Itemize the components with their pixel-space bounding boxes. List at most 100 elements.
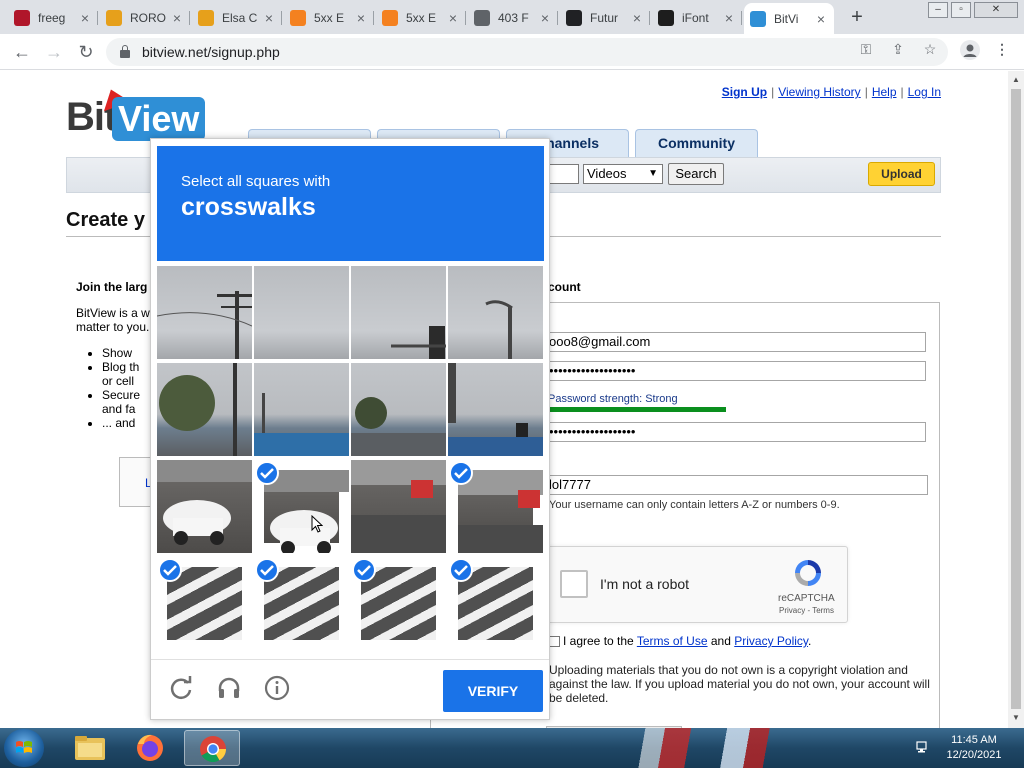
- captcha-tile[interactable]: [254, 557, 349, 650]
- tab-label: 5xx E: [406, 11, 437, 25]
- browser-tab[interactable]: Elsa C ×: [192, 4, 282, 32]
- page-scrollbar[interactable]: ▲ ▼: [1008, 71, 1024, 728]
- sign-up-link[interactable]: Sign Up: [722, 85, 767, 99]
- close-tab-icon[interactable]: ×: [170, 10, 184, 26]
- grid-line: [157, 458, 544, 460]
- close-tab-icon[interactable]: ×: [446, 10, 460, 26]
- bitview-favicon: [750, 10, 766, 27]
- upload-button[interactable]: Upload: [868, 162, 935, 186]
- help-link[interactable]: Help: [872, 85, 897, 99]
- share-icon[interactable]: ⇪: [889, 40, 907, 58]
- search-input[interactable]: [547, 164, 579, 184]
- close-tab-icon[interactable]: ×: [630, 10, 644, 26]
- scroll-down-arrow[interactable]: ▼: [1011, 713, 1021, 722]
- pinwheel-favicon: [198, 10, 214, 26]
- browser-tab[interactable]: BitVi ×: [744, 3, 834, 34]
- forward-button[interactable]: →: [42, 40, 66, 64]
- tile-image: [157, 363, 252, 456]
- privacy-policy-link[interactable]: Privacy Policy: [734, 634, 808, 648]
- close-window-button[interactable]: ✕: [974, 2, 1018, 18]
- maximize-button[interactable]: ▫: [951, 2, 971, 18]
- captcha-tile[interactable]: [157, 266, 252, 359]
- log-in-link[interactable]: Log In: [908, 85, 941, 99]
- info-icon[interactable]: [263, 674, 291, 702]
- verify-button[interactable]: VERIFY: [443, 670, 543, 712]
- key-icon[interactable]: ⚿: [857, 40, 875, 58]
- captcha-tile[interactable]: [448, 363, 543, 456]
- firefox-icon[interactable]: [122, 730, 178, 766]
- captcha-tile[interactable]: [254, 266, 349, 359]
- close-tab-icon[interactable]: ×: [262, 10, 276, 26]
- network-tray-icon[interactable]: [916, 740, 930, 754]
- close-tab-icon[interactable]: ×: [78, 10, 92, 26]
- category-select[interactable]: Videos ▼: [583, 164, 663, 184]
- browser-tab[interactable]: Futur ×: [560, 4, 650, 32]
- browser-tab[interactable]: iFont ×: [652, 4, 742, 32]
- not-a-robot-checkbox[interactable]: [560, 570, 588, 598]
- password-strength-label: Password strength: Strong: [548, 393, 678, 405]
- recaptcha-widget: I'm not a robot reCAPTCHA Privacy - Term…: [545, 546, 848, 623]
- close-tab-icon[interactable]: ×: [354, 10, 368, 26]
- browser-tab[interactable]: freeg ×: [8, 4, 98, 32]
- cloud-favicon: [382, 10, 398, 26]
- browser-tab[interactable]: 5xx E ×: [376, 4, 466, 32]
- nav-tab-community[interactable]: Community: [635, 129, 758, 157]
- audio-icon[interactable]: [215, 674, 243, 702]
- close-tab-icon[interactable]: ×: [538, 10, 552, 26]
- captcha-tile[interactable]: [351, 460, 446, 553]
- tab-label: BitVi: [774, 11, 799, 26]
- captcha-tile[interactable]: [448, 557, 543, 650]
- challenge-footer: VERIFY: [151, 659, 549, 719]
- start-button[interactable]: [4, 729, 44, 767]
- captcha-tile[interactable]: [351, 557, 446, 650]
- username-field[interactable]: lol7777: [545, 475, 928, 495]
- system-clock[interactable]: 11:45 AM 12/20/2021: [944, 733, 1004, 763]
- search-button[interactable]: Search: [668, 163, 724, 185]
- confirm-password-field[interactable]: •••••••••••••••••••: [545, 422, 926, 442]
- new-tab-button[interactable]: +: [846, 6, 868, 28]
- scrollbar-thumb[interactable]: [1011, 89, 1021, 709]
- captcha-tile[interactable]: [351, 266, 446, 359]
- create-account-heading: count: [548, 280, 581, 294]
- captcha-tile[interactable]: [448, 460, 543, 553]
- captcha-tile[interactable]: [448, 266, 543, 359]
- profile-icon[interactable]: [960, 40, 980, 60]
- password-strength-bar: [548, 407, 726, 412]
- browser-tab[interactable]: RORO ×: [100, 4, 190, 32]
- reload-icon[interactable]: [167, 674, 195, 702]
- minimize-button[interactable]: –: [928, 2, 948, 18]
- back-button[interactable]: ←: [10, 40, 34, 64]
- menu-kebab-icon[interactable]: ⋮: [993, 40, 1011, 58]
- address-text: bitview.net/signup.php: [142, 44, 280, 60]
- captcha-tile[interactable]: [351, 363, 446, 456]
- captcha-tile[interactable]: [254, 460, 349, 553]
- captcha-tile[interactable]: [157, 363, 252, 456]
- terms-of-use-link[interactable]: Terms of Use: [637, 634, 708, 648]
- address-bar[interactable]: bitview.net/signup.php: [106, 38, 948, 66]
- file-explorer-icon[interactable]: [62, 730, 118, 766]
- password-field[interactable]: •••••••••••••••••••: [545, 361, 926, 381]
- browser-tab[interactable]: 403 F ×: [468, 4, 558, 32]
- browser-tab[interactable]: 5xx E ×: [284, 4, 374, 32]
- recaptcha-legal-links[interactable]: Privacy - Terms: [779, 606, 834, 615]
- captcha-tile[interactable]: [157, 460, 252, 553]
- email-field[interactable]: ooo8@gmail.com: [545, 332, 926, 352]
- scroll-up-arrow[interactable]: ▲: [1011, 75, 1021, 84]
- close-tab-icon[interactable]: ×: [722, 10, 736, 26]
- captcha-tile[interactable]: [157, 557, 252, 650]
- viewing-history-link[interactable]: Viewing History: [778, 85, 860, 99]
- reload-button[interactable]: ↻: [74, 40, 98, 64]
- bitview-logo[interactable]: Bit View: [66, 84, 206, 145]
- agree-terms-checkbox[interactable]: [549, 636, 560, 647]
- captcha-tile[interactable]: [254, 363, 349, 456]
- clock-time: 11:45 AM: [951, 734, 997, 746]
- recaptcha-logo-icon: [795, 560, 821, 586]
- not-a-robot-label: I'm not a robot: [600, 576, 690, 592]
- recaptcha-brand: reCAPTCHA: [778, 593, 835, 604]
- bookmark-star-icon[interactable]: ☆: [921, 40, 939, 58]
- chrome-icon[interactable]: [184, 730, 240, 766]
- lock-icon[interactable]: [120, 45, 130, 58]
- close-tab-icon[interactable]: ×: [814, 11, 828, 27]
- windows-taskbar: 11:45 AM 12/20/2021: [0, 728, 1024, 768]
- page-title: Create y: [66, 209, 145, 231]
